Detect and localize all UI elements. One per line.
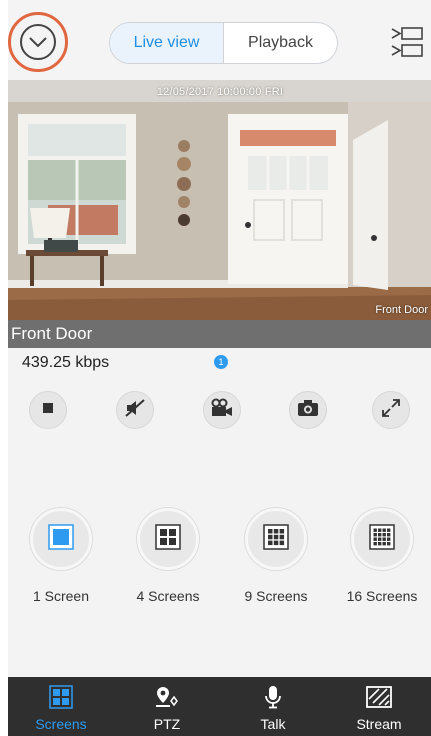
tab-live-view[interactable]: Live view: [110, 23, 224, 63]
nav-ptz[interactable]: PTZ: [114, 677, 220, 736]
live-video-feed[interactable]: 12/05/2017 10:00:00 FRI Front Door: [8, 80, 431, 320]
mute-button[interactable]: [116, 391, 154, 429]
mute-icon: [124, 398, 146, 423]
screens-icon: [49, 685, 73, 712]
grid-4x4-icon: [369, 523, 395, 555]
nav-talk[interactable]: Talk: [220, 677, 326, 736]
sixteen-screens-label: 16 Screens: [346, 588, 418, 604]
single-screen-icon: [48, 523, 74, 555]
top-bar: Live view Playback: [8, 0, 431, 80]
grid-2x2-icon: [155, 523, 181, 555]
video-timestamp: 12/05/2017 10:00:00 FRI: [156, 86, 284, 98]
nav-stream[interactable]: Stream: [326, 677, 431, 736]
fullscreen-button[interactable]: [372, 391, 410, 429]
one-screen-button[interactable]: [30, 508, 92, 570]
stream-count-badge: 1: [214, 355, 228, 369]
grid-3x3-icon: [263, 523, 289, 555]
snapshot-icon: [297, 399, 319, 422]
bitrate-readout: 439.25 kbps: [22, 354, 110, 371]
record-button[interactable]: [203, 391, 241, 429]
app-frame: Live view Playback 12/05/2017 10:00:00 F…: [8, 0, 431, 736]
collapse-button[interactable]: [8, 12, 68, 72]
device-list-icon[interactable]: [390, 26, 424, 58]
nine-screens-label: 9 Screens: [244, 588, 308, 604]
one-screen-label: 1 Screen: [32, 588, 90, 604]
nav-talk-label: Talk: [260, 716, 286, 732]
bottom-nav: Screens PTZ Talk Stream: [8, 677, 431, 736]
record-video-icon: [210, 398, 234, 423]
stream-icon: [365, 685, 393, 712]
nine-screens-button[interactable]: [245, 508, 307, 570]
camera-name-bar: Front Door: [8, 320, 431, 348]
microphone-icon: [263, 685, 283, 712]
view-mode-switch: Live view Playback: [109, 22, 338, 64]
stop-icon: [42, 401, 54, 419]
fullscreen-icon: [381, 398, 401, 423]
four-screens-button[interactable]: [137, 508, 199, 570]
snapshot-button[interactable]: [289, 391, 327, 429]
nav-stream-label: Stream: [356, 716, 402, 732]
ptz-icon: [154, 685, 180, 712]
stop-button[interactable]: [29, 391, 67, 429]
nav-screens-label: Screens: [35, 716, 87, 732]
sixteen-screens-button[interactable]: [351, 508, 413, 570]
chevron-down-icon: [20, 24, 56, 60]
room-image: [8, 80, 431, 320]
nav-ptz-label: PTZ: [153, 716, 181, 732]
tab-playback[interactable]: Playback: [224, 23, 337, 63]
nav-screens[interactable]: Screens: [8, 677, 114, 736]
four-screens-label: 4 Screens: [136, 588, 200, 604]
video-overlay-camera-name: Front Door: [375, 304, 428, 316]
